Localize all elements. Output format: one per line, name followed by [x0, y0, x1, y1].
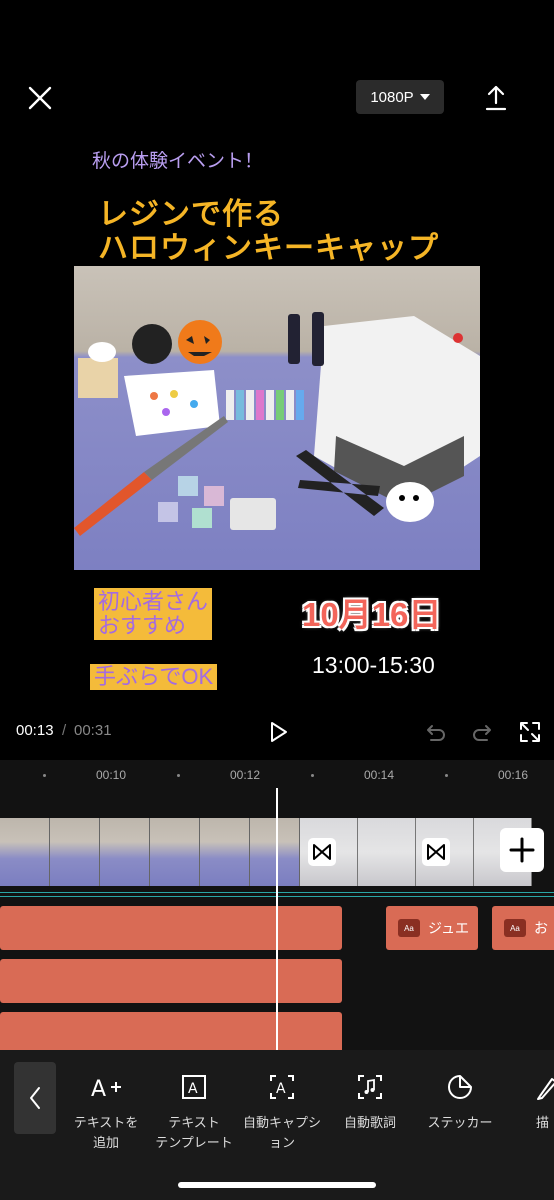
text-clip-label: お	[534, 920, 548, 936]
poster-time: 13:00-15:30	[312, 652, 435, 678]
transition-button[interactable]	[308, 838, 336, 866]
text-clip[interactable]	[0, 1012, 342, 1050]
play-icon	[271, 722, 287, 742]
beginner-badge-line1: 初心者さん	[98, 589, 209, 614]
clip-thumbnail	[150, 818, 200, 886]
poster-handsfree-badge: 手ぶらでOK	[90, 664, 218, 690]
poster-title-line1: レジンで作る	[98, 197, 284, 232]
undo-button[interactable]	[424, 720, 448, 744]
close-icon	[28, 86, 52, 110]
svg-text:A: A	[276, 1081, 286, 1097]
ruler-tick	[445, 774, 448, 777]
text-clip-icon: Aa	[504, 919, 526, 937]
current-time: 00:13	[16, 722, 54, 739]
redo-button[interactable]	[470, 720, 494, 744]
tool-label-line: ステッカー	[427, 1115, 493, 1130]
text-clip[interactable]: Aa お	[492, 906, 554, 950]
fullscreen-button[interactable]	[518, 720, 542, 744]
undo-icon	[427, 725, 445, 741]
auto-caption-icon: A	[270, 1075, 294, 1099]
auto-lyrics-icon	[358, 1075, 382, 1099]
text-clip[interactable]: Aa ジュエ	[386, 906, 478, 950]
clip-thumbnail	[0, 818, 50, 886]
time-separator: /	[62, 722, 67, 739]
ruler-label: 00:12	[230, 768, 261, 782]
timeline[interactable]: 00:10 00:12 00:14 00:16 Aa ジュエ Aa お	[0, 760, 554, 1050]
fullscreen-icon	[520, 722, 540, 742]
back-button[interactable]	[14, 1062, 56, 1134]
poster-date: 10月16日	[302, 596, 442, 633]
text-clip[interactable]	[0, 906, 342, 950]
upload-icon	[485, 85, 507, 111]
tool-label-line: 自動キャプシ	[242, 1115, 321, 1130]
tool-sticker[interactable]: ステッカー	[412, 1072, 508, 1133]
tool-label: 自動歌詞	[322, 1113, 418, 1133]
transition-button[interactable]	[422, 838, 450, 866]
tool-label: テキストを 追加	[58, 1113, 154, 1153]
ruler-tick	[311, 774, 314, 777]
clip-thumbnail	[358, 818, 416, 886]
beginner-badge-line2: おすすめ	[98, 613, 187, 638]
tool-auto-lyrics[interactable]: 自動歌詞	[322, 1072, 418, 1133]
text-clip[interactable]	[0, 959, 342, 1003]
clip-thumbnail	[250, 818, 300, 886]
ruler-label: 00:16	[498, 768, 529, 782]
ruler-tick	[43, 774, 46, 777]
ruler-label: 00:14	[364, 768, 395, 782]
poster-event-text: 秋の体験イベント！	[92, 151, 264, 172]
tool-label-line: テキストを	[73, 1115, 139, 1130]
bottom-toolbar: A テキストを 追加 A テキスト テンプレート A 自動キャプシ ョン 自動歌…	[0, 1050, 554, 1200]
redo-icon	[473, 725, 491, 741]
poster-photo	[74, 266, 480, 570]
svg-text:A: A	[188, 1081, 198, 1097]
resolution-dropdown[interactable]: 1080P	[356, 80, 444, 114]
tool-auto-caption[interactable]: A 自動キャプシ ョン	[234, 1072, 330, 1153]
svg-text:A: A	[91, 1077, 106, 1102]
tool-label-line: ョン	[268, 1135, 295, 1150]
playhead[interactable]	[276, 788, 278, 1050]
transition-icon	[427, 844, 445, 860]
export-button[interactable]	[484, 84, 508, 112]
caret-down-icon	[419, 94, 430, 100]
home-indicator	[178, 1182, 376, 1188]
tool-label-line: 追加	[92, 1135, 119, 1150]
video-preview[interactable]: 秋の体験イベント！ レジンで作る ハロウィンキーキャップ 初心者さん おすすめ …	[74, 132, 480, 706]
craft-supplies-image	[74, 312, 480, 536]
clip-thumbnail	[100, 818, 150, 886]
text-clip-icon: Aa	[398, 919, 420, 937]
clip-thumbnail	[50, 818, 100, 886]
tool-label: ステッカー	[412, 1113, 508, 1133]
tool-label-line: テキスト	[168, 1115, 220, 1130]
text-template-icon: A	[182, 1075, 206, 1099]
sticker-icon	[448, 1075, 472, 1099]
tool-add-text[interactable]: A テキストを 追加	[58, 1072, 154, 1153]
play-button[interactable]	[266, 720, 290, 744]
tool-label: テキスト テンプレート	[146, 1113, 242, 1153]
close-button[interactable]	[26, 84, 54, 112]
tool-label-line: 描	[536, 1115, 550, 1130]
add-text-icon: A	[91, 1077, 121, 1102]
tool-label: 描	[504, 1113, 554, 1133]
total-time: 00:31	[74, 722, 112, 739]
add-clip-button[interactable]	[500, 828, 544, 872]
draw-icon	[537, 1078, 554, 1100]
plus-icon	[509, 837, 535, 863]
tool-draw[interactable]: 描	[504, 1072, 554, 1133]
clip-thumbnail	[200, 818, 250, 886]
tool-text-template[interactable]: A テキスト テンプレート	[146, 1072, 242, 1153]
ruler-label: 00:10	[96, 768, 127, 782]
tool-label-line: テンプレート	[155, 1135, 233, 1150]
tool-label-line: 自動歌詞	[343, 1115, 396, 1130]
text-clip-label: ジュエ	[428, 920, 470, 936]
ruler-tick	[177, 774, 180, 777]
poster-title: レジンで作る ハロウィンキーキャップ	[98, 198, 439, 266]
transition-icon	[313, 844, 331, 860]
poster-title-line2: ハロウィンキーキャップ	[98, 231, 439, 266]
poster-beginner-badge: 初心者さん おすすめ	[94, 588, 213, 640]
tool-label: 自動キャプシ ョン	[234, 1113, 330, 1153]
resolution-label: 1080P	[370, 88, 414, 106]
chevron-left-icon	[30, 1087, 40, 1109]
